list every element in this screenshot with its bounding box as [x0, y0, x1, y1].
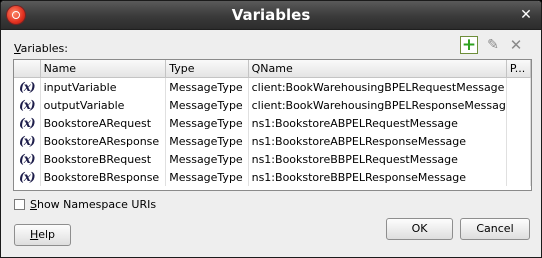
variable-p	[506, 77, 531, 96]
table-row[interactable]: (x) BookstoreARequest MessageType ns1:Bo…	[14, 114, 531, 132]
table-row[interactable]: (x) BookstoreAResponse MessageType ns1:B…	[14, 132, 531, 150]
show-namespace-uris-option[interactable]: Show Namespace URIs	[14, 197, 156, 211]
variable-p	[506, 96, 531, 114]
variables-label: Variables:	[14, 42, 68, 55]
variable-qname: ns1:BookstoreABPELResponseMessage	[248, 132, 507, 150]
variables-dialog: Variables ✕ Variables: + ✎ ✕ Name Type Q…	[0, 0, 542, 258]
variable-name: inputVariable	[40, 77, 167, 96]
table-header-row: Name Type QName P...	[14, 60, 531, 78]
cancel-button[interactable]: Cancel	[460, 218, 530, 240]
add-icon: +	[461, 35, 477, 55]
column-header-qname[interactable]: QName	[248, 60, 507, 78]
add-variable-button[interactable]: +	[460, 36, 478, 54]
title-bar[interactable]: Variables ✕	[1, 1, 541, 30]
variable-qname: client:BookWarehousingBPELRequestMessage	[248, 77, 507, 96]
variable-p	[506, 114, 531, 132]
variables-table[interactable]: Name Type QName P... (x) inputVariable M…	[13, 59, 532, 191]
pencil-icon: ✎	[487, 37, 499, 53]
variable-p	[506, 150, 531, 168]
variable-type: MessageType	[165, 96, 249, 114]
variable-icon: (x)	[19, 80, 35, 94]
column-header-name[interactable]: Name	[40, 60, 167, 78]
table-row[interactable]: (x) BookstoreBRequest MessageType ns1:Bo…	[14, 150, 531, 168]
variable-p	[506, 132, 531, 150]
table-row[interactable]: (x) inputVariable MessageType client:Boo…	[14, 77, 531, 96]
variable-name: BookstoreBRequest	[40, 150, 167, 168]
variable-name: BookstoreAResponse	[40, 132, 167, 150]
variable-qname: ns1:BookstoreABPELRequestMessage	[248, 114, 507, 132]
delete-x-icon: ✕	[509, 36, 523, 54]
edit-variable-button[interactable]: ✎	[484, 36, 502, 54]
show-namespace-uris-checkbox[interactable]	[14, 198, 25, 210]
ok-button[interactable]: OK	[386, 218, 453, 240]
variable-type: MessageType	[165, 132, 249, 150]
window-title: Variables	[231, 6, 311, 24]
delete-variable-button[interactable]: ✕	[507, 36, 525, 54]
variable-name: BookstoreBResponse	[40, 168, 167, 186]
variable-qname: ns1:BookstoreBBPELRequestMessage	[248, 150, 507, 168]
variable-icon: (x)	[19, 134, 35, 148]
variable-type: MessageType	[165, 114, 249, 132]
variable-qname: client:BookWarehousingBPELResponseMessag…	[248, 96, 507, 114]
variable-qname: ns1:BookstoreBBPELResponseMessage	[248, 168, 507, 186]
help-button[interactable]: Help	[14, 224, 71, 246]
variable-name: outputVariable	[40, 96, 167, 114]
variable-type: MessageType	[165, 168, 249, 186]
variable-icon: (x)	[19, 98, 35, 112]
variable-p	[506, 168, 531, 186]
variable-icon: (x)	[19, 170, 35, 184]
table-row[interactable]: (x) outputVariable MessageType client:Bo…	[14, 96, 531, 114]
variable-name: BookstoreARequest	[40, 114, 167, 132]
variable-icon: (x)	[19, 152, 35, 166]
variable-type: MessageType	[165, 150, 249, 168]
column-header-icon[interactable]	[14, 60, 41, 78]
column-header-p[interactable]: P...	[506, 60, 531, 78]
column-header-type[interactable]: Type	[165, 60, 249, 78]
close-icon[interactable]: ✕	[519, 8, 533, 22]
show-namespace-uris-label: Show Namespace URIs	[30, 197, 157, 211]
variable-icon: (x)	[19, 116, 35, 130]
table-row[interactable]: (x) BookstoreBResponse MessageType ns1:B…	[14, 168, 531, 186]
variable-type: MessageType	[165, 77, 249, 96]
